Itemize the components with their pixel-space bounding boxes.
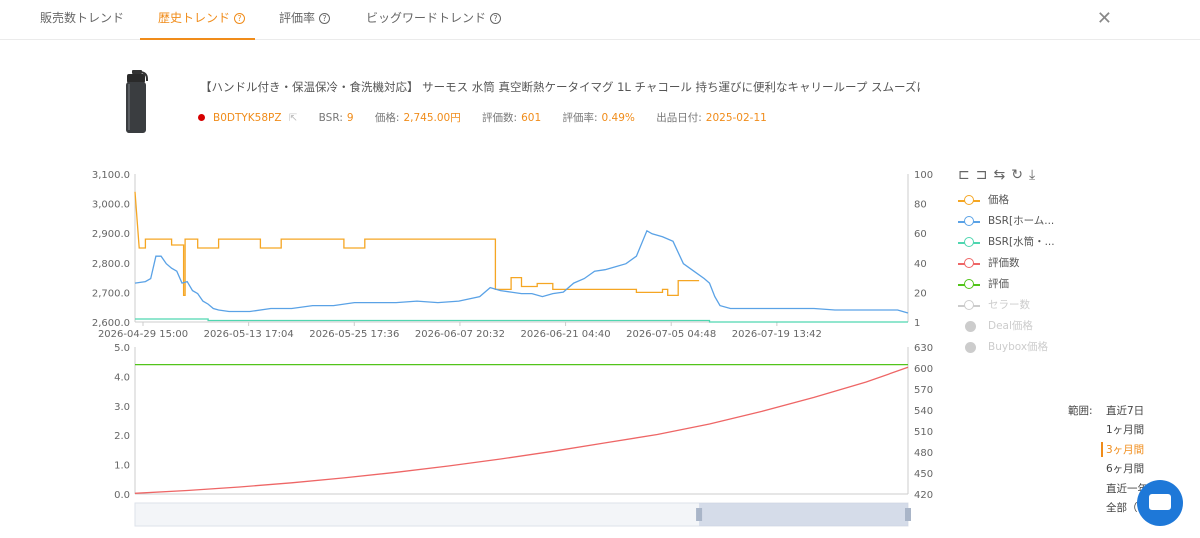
zoom-handle-left [696,508,703,521]
y-right-tick-label: 80 [914,200,927,211]
y-right-tick-label: 1 [914,318,920,329]
series-line [134,366,909,494]
legend-label: BSR[水筒・... [988,236,1055,248]
legend-marker-icon [964,216,974,226]
x-tick-label: 2026-07-05 04:48 [626,329,716,340]
swap-icon[interactable]: ⇆ [993,167,1011,183]
legend-item[interactable]: Deal価格 [958,316,1055,337]
zoom-slider-window [699,503,908,526]
legend-item[interactable]: BSR[ホーム... [958,211,1055,232]
y-tick-label: 2,900.0 [92,229,130,240]
legend-item[interactable]: BSR[水筒・... [958,232,1055,253]
y-tick-label: 0.0 [114,490,130,501]
x-tick-label: 2026-06-07 20:32 [415,329,505,340]
zoom-handle-right [905,508,911,521]
range-option-3m[interactable]: 3ヶ月間 [1101,442,1144,457]
legend-marker-icon [965,321,976,332]
legend-marker-icon [964,195,974,205]
y-right-tick-label: 40 [914,259,927,270]
legend-marker-icon [964,258,974,268]
series-line [134,229,909,314]
legend-label: 評価 [988,278,1009,290]
download-icon[interactable]: ⤓ [1029,167,1041,183]
x-tick-label: 2026-06-21 04:40 [521,329,611,340]
y-right-tick-label: 480 [914,448,933,459]
y-right-tick-label: 20 [914,288,927,299]
y-right-tick-label: 60 [914,229,927,240]
legend-marker-icon [965,342,976,353]
y-right-tick-label: 540 [914,406,933,417]
y-right-tick-label: 510 [914,427,933,438]
chart-toolbar: ⊏⊐⇆↻⤓ [958,167,1041,183]
y-tick-label: 2.0 [114,431,130,442]
legend-marker-icon [964,237,974,247]
crop-icon[interactable]: ⊏ [958,167,976,183]
series-line [134,191,700,297]
legend-label: 評価数 [988,257,1020,269]
legend-label: セラー数 [988,299,1030,311]
y-tick-label: 3,000.0 [92,200,130,211]
y-right-tick-label: 600 [914,364,933,375]
chat-icon [1149,494,1171,510]
range-option-1m[interactable]: 1ヶ月間 [1106,422,1144,437]
legend-label: Deal価格 [988,320,1033,332]
range-option-7d[interactable]: 直近7日 [1106,403,1144,418]
close-icon[interactable]: ✕ [1097,8,1112,29]
y-right-tick-label: 450 [914,469,933,480]
y-tick-label: 2,800.0 [92,259,130,270]
range-option-all[interactable]: 全部（ [1106,500,1138,515]
legend-item[interactable]: 価格 [958,190,1055,211]
y-tick-label: 3,100.0 [92,170,130,181]
legend-item[interactable]: 評価 [958,274,1055,295]
legend-marker-icon [964,300,974,310]
history-chart[interactable]: 3,100.0 3,000.0 2,900.0 2,800.0 2,700.0 2,600… [0,0,960,538]
y-right-tick-label: 420 [914,490,933,501]
y-right-tick-label: 570 [914,385,933,396]
refresh-icon[interactable]: ↻ [1011,167,1029,183]
x-tick-label: 2026-05-13 17:04 [204,329,294,340]
legend-label: 価格 [988,194,1009,206]
y-tick-label: 2,600.0 [92,318,130,329]
chart-legend: 価格 BSR[ホーム... BSR[水筒・... 評価数評価セラー数 Deal価格 Buy… [958,190,1055,358]
crop-reset-icon[interactable]: ⊐ [976,167,994,183]
y-right-tick-label: 100 [914,170,933,181]
y-tick-label: 2,700.0 [92,288,130,299]
y-tick-label: 1.0 [114,461,130,472]
range-label: 範囲: [1068,405,1093,417]
range-option-6m[interactable]: 6ヶ月間 [1106,461,1144,476]
x-tick-label: 2026-07-19 13:42 [732,329,822,340]
x-tick-label: 2026-05-25 17:36 [309,329,399,340]
y-tick-label: 3.0 [114,402,130,413]
legend-item[interactable]: セラー数 [958,295,1055,316]
legend-marker-icon [964,279,974,289]
y-tick-label: 4.0 [114,372,130,383]
legend-item[interactable]: 評価数 [958,253,1055,274]
legend-item[interactable]: Buybox価格 [958,337,1055,358]
legend-label: Buybox価格 [988,341,1049,353]
chat-button[interactable] [1137,480,1183,526]
x-tick-label: 2026-04-29 15:00 [98,329,188,340]
y-right-tick-label: 630 [914,343,933,354]
y-tick-label: 5.0 [114,343,130,354]
legend-label: BSR[ホーム... [988,215,1055,227]
